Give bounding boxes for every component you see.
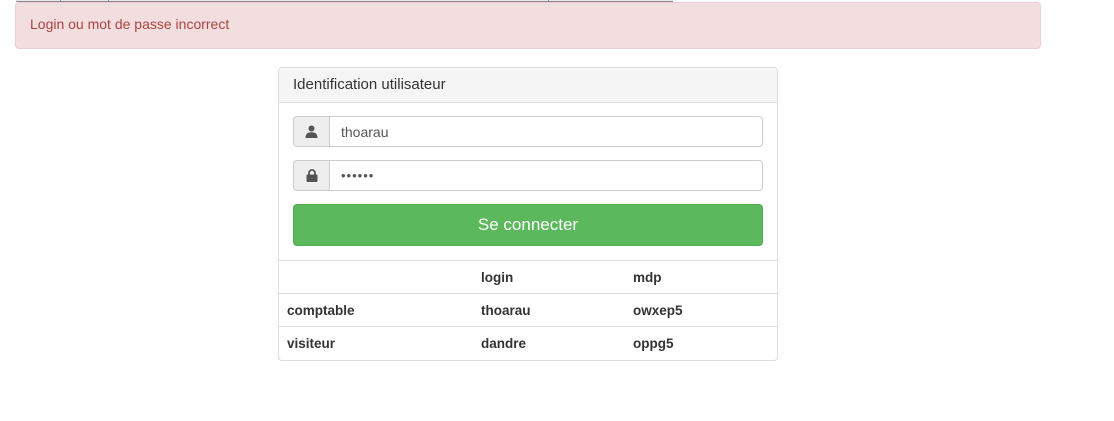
login-button[interactable]: Se connecter	[293, 204, 763, 246]
error-alert: Login ou mot de passe incorrect	[15, 2, 1041, 49]
login-panel-title: Identification utilisateur	[293, 76, 446, 93]
table-cell-role: visiteur	[279, 326, 473, 360]
username-group	[293, 116, 763, 147]
table-header-cell	[279, 260, 473, 294]
user-icon	[293, 116, 329, 147]
lock-icon	[293, 160, 329, 191]
error-alert-message: Login ou mot de passe incorrect	[30, 16, 230, 32]
table-cell-role: comptable	[279, 293, 473, 327]
username-input[interactable]	[329, 116, 763, 147]
table-cell-password: oppg5	[625, 326, 777, 360]
table-header-cell: mdp	[625, 260, 777, 294]
password-group	[293, 160, 763, 191]
table-header-cell: login	[473, 260, 625, 294]
table-cell-login: dandre	[473, 326, 625, 360]
table-cell-login: thoarau	[473, 293, 625, 327]
login-panel-heading: Identification utilisateur	[279, 68, 777, 103]
table-row: comptable thoarau owxep5	[279, 293, 777, 327]
password-input[interactable]	[329, 160, 763, 191]
table-row: visiteur dandre oppg5	[279, 326, 777, 360]
login-panel: Identification utilisateur Se connecter	[278, 67, 778, 361]
credentials-table: login mdp comptable thoarau owxep5 visit…	[279, 260, 777, 360]
table-cell-password: owxep5	[625, 293, 777, 327]
login-form: Se connecter	[279, 103, 777, 260]
table-header-row: login mdp	[279, 260, 777, 294]
